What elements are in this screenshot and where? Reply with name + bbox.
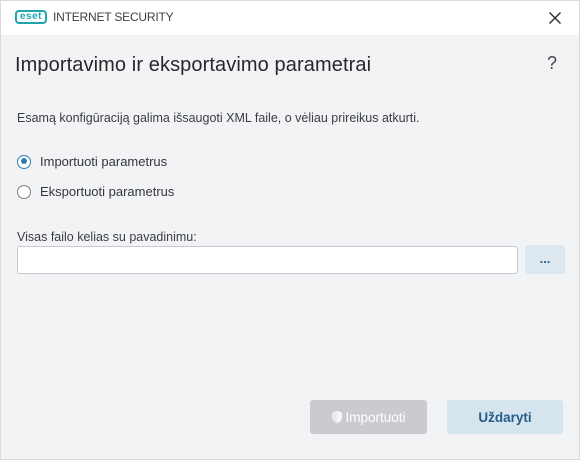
eset-logo-badge: eset — [15, 10, 48, 24]
radio-import-label: Importuoti parametrus — [40, 154, 168, 169]
dialog-window: eset INTERNET SECURITY Importavimo ir ek… — [0, 0, 580, 460]
close-icon — [549, 12, 561, 24]
import-button-label: Importuoti — [345, 409, 406, 425]
eset-logo: eset INTERNET SECURITY — [15, 10, 174, 24]
title-bar: eset INTERNET SECURITY — [1, 1, 579, 35]
dialog-title: Importavimo ir eksportavimo parametrai — [15, 54, 372, 76]
radio-import-button[interactable] — [17, 154, 31, 169]
help-button[interactable]: ? — [547, 53, 557, 74]
dialog-description: Esamą konfigūraciją galima išsaugoti XML… — [17, 111, 420, 125]
product-name: INTERNET SECURITY — [53, 10, 174, 24]
radio-export-label: Eksportuoti parametrus — [40, 184, 175, 199]
shield-icon — [331, 410, 343, 424]
browse-button[interactable]: ... — [525, 245, 565, 274]
close-window-button[interactable] — [545, 8, 565, 28]
import-button[interactable]: Importuoti — [310, 400, 427, 434]
file-path-label: Visas failo kelias su pavadinimu: — [17, 230, 197, 244]
close-button[interactable]: Uždaryti — [447, 400, 563, 434]
file-path-input[interactable] — [17, 246, 518, 274]
radio-export-option[interactable]: Eksportuoti parametrus — [17, 184, 174, 199]
radio-import-option[interactable]: Importuoti parametrus — [17, 154, 167, 169]
radio-export-button[interactable] — [17, 184, 31, 199]
